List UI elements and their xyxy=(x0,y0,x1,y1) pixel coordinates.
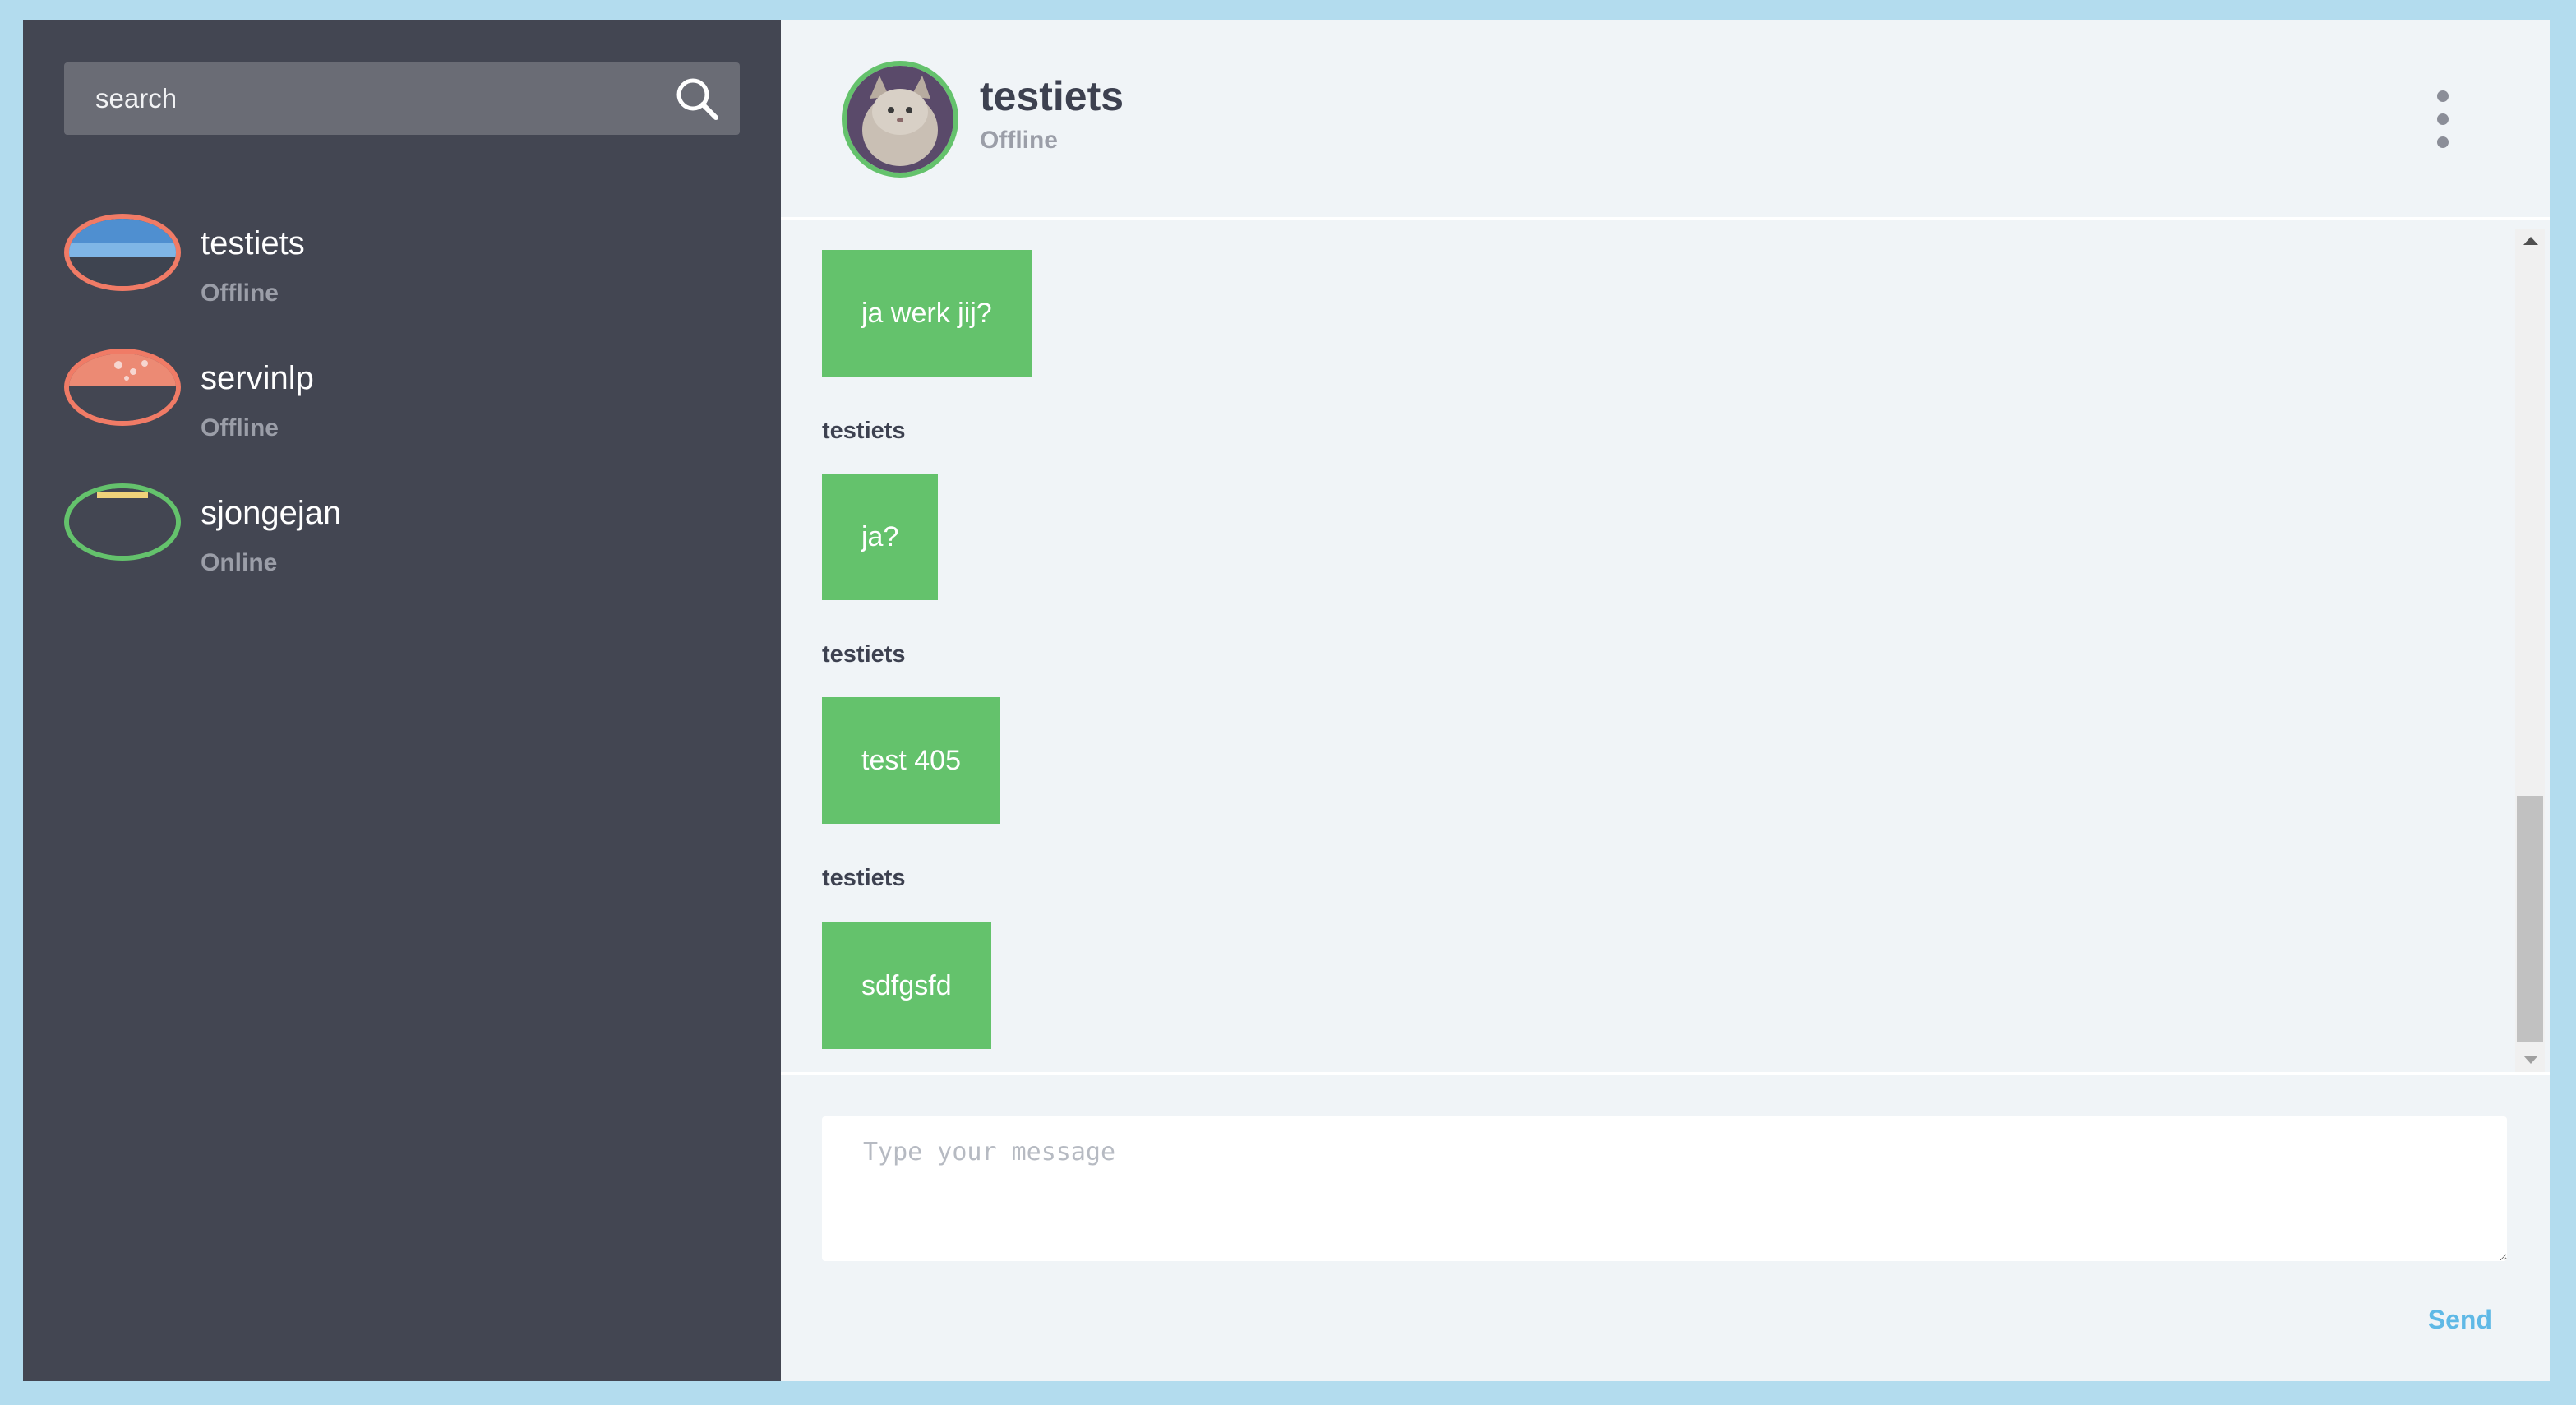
chat-status: Offline xyxy=(980,127,1058,154)
sidebar: testiets Offline servinlp Offline xyxy=(23,20,781,1381)
message-bubble: ja? xyxy=(822,474,939,600)
contact-item-sjongejan[interactable]: sjongejan Online xyxy=(64,483,781,618)
scrollbar-thumb[interactable] xyxy=(2517,796,2543,1042)
message-input[interactable] xyxy=(822,1116,2507,1261)
divider xyxy=(781,1072,2550,1075)
scroll-up-icon[interactable] xyxy=(2523,237,2538,245)
contact-name: servinlp xyxy=(201,360,314,396)
message-bubble: ja werk jij? xyxy=(822,250,1032,377)
contact-status: Offline xyxy=(201,414,279,441)
contact-status: Offline xyxy=(201,280,279,307)
chat-title: testiets xyxy=(980,73,1124,119)
message-bubble: test 405 xyxy=(822,697,1000,824)
search-icon[interactable] xyxy=(674,76,720,122)
chat-app: testiets Offline servinlp Offline xyxy=(23,20,2550,1381)
chat-panel: testiets Offline ja werk jij? testiets j… xyxy=(781,20,2550,1381)
message-sender: testiets xyxy=(822,865,906,891)
message-bubble: sdfgsfd xyxy=(822,922,991,1049)
message-sender: testiets xyxy=(822,418,906,444)
message-scrollbar[interactable] xyxy=(2515,229,2545,1072)
more-options-icon[interactable] xyxy=(2426,90,2459,156)
contact-item-testiets[interactable]: testiets Offline xyxy=(64,214,781,349)
avatar xyxy=(64,349,181,426)
contact-name: sjongejan xyxy=(201,495,342,531)
message-list: ja werk jij? testiets ja? testiets test … xyxy=(781,229,2576,1072)
chat-header: testiets Offline xyxy=(781,20,2550,220)
avatar xyxy=(64,483,181,561)
avatar[interactable] xyxy=(842,61,958,178)
search-input[interactable] xyxy=(64,62,671,135)
message-sender: testiets xyxy=(822,641,906,668)
contact-item-servinlp[interactable]: servinlp Offline xyxy=(64,349,781,483)
contact-name: testiets xyxy=(201,225,305,261)
search-bar xyxy=(64,62,740,135)
avatar xyxy=(64,214,181,291)
contact-status: Online xyxy=(201,549,278,576)
scroll-down-icon[interactable] xyxy=(2523,1056,2538,1064)
send-button[interactable]: Send xyxy=(2423,1304,2497,1336)
contact-list: testiets Offline servinlp Offline sjonge… xyxy=(64,214,781,618)
